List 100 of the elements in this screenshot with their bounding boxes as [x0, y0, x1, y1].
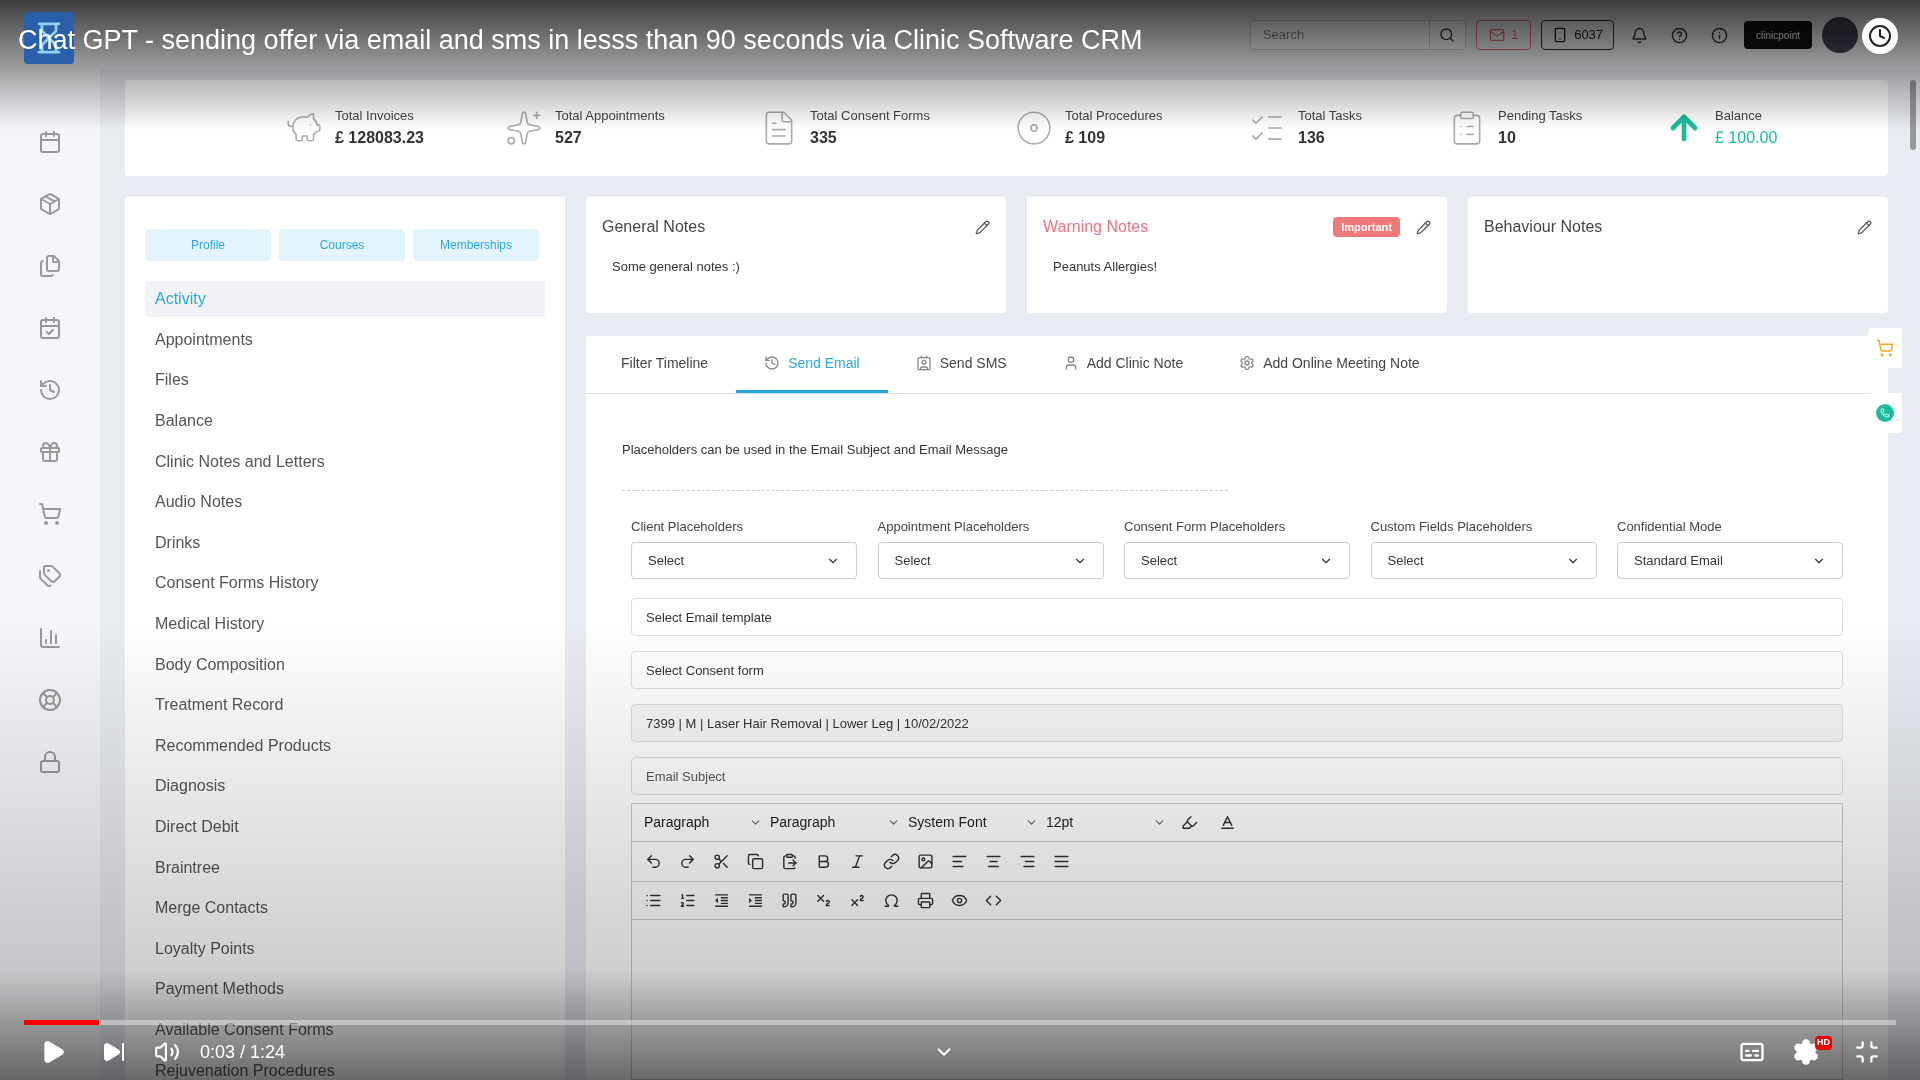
pencil-icon: [1416, 219, 1431, 235]
settings-icon: [1239, 355, 1256, 371]
stat-label: Total Tasks: [1298, 107, 1363, 126]
info-icon: [1710, 26, 1728, 44]
bullet-list-icon: [644, 892, 662, 909]
edit-button[interactable]: [975, 219, 990, 235]
volume-icon: [154, 1039, 180, 1065]
field-label: Client Placeholders: [631, 517, 744, 536]
bar-chart-icon[interactable]: [38, 626, 62, 650]
exit-fullscreen-icon: [1854, 1039, 1880, 1065]
tab[interactable]: Add Online Meeting Note: [1211, 336, 1448, 393]
exit-fullscreen-button[interactable]: [1854, 1039, 1880, 1065]
redo-icon: [678, 853, 696, 870]
select-field[interactable]: Select: [631, 542, 857, 579]
hint-text: Placeholders can be used in the Email Subject and Email Message: [622, 441, 1009, 459]
highlighter-icon: [1180, 814, 1198, 831]
stat-value: 527: [555, 127, 583, 148]
menu-item[interactable]: Medical History: [145, 612, 275, 637]
editor-dropdown[interactable]: Paragraph: [770, 812, 900, 833]
menu-item[interactable]: Loyalty Points: [145, 936, 265, 961]
box-icon[interactable]: [38, 192, 62, 216]
align-left-icon: [950, 853, 968, 870]
editor-dropdown[interactable]: Paragraph: [644, 812, 762, 833]
edit-button[interactable]: [1857, 219, 1872, 235]
tab[interactable]: Filter Timeline: [593, 336, 737, 393]
next-button[interactable]: [102, 1040, 126, 1064]
editor-dropdown[interactable]: System Font: [908, 812, 1038, 833]
history-icon[interactable]: [38, 378, 62, 402]
quote-icon: [780, 892, 798, 909]
menu-item[interactable]: Audio Notes: [145, 490, 253, 515]
search-field[interactable]: Search: [1249, 20, 1466, 50]
notes-title: Warning Notes: [1043, 217, 1150, 237]
settings-button[interactable]: HD: [1792, 1036, 1832, 1068]
menu-item[interactable]: Merge Contacts: [145, 896, 278, 921]
menu-item[interactable]: Balance: [145, 409, 223, 434]
select-field[interactable]: Select: [1124, 542, 1350, 579]
bell-icon: [1630, 26, 1648, 44]
lock-icon[interactable]: [38, 750, 62, 774]
menu-item[interactable]: Clinic Notes and Letters: [145, 449, 335, 474]
menu-item[interactable]: Available Consent Forms: [145, 1018, 344, 1042]
link-icon: [882, 853, 900, 870]
stat-value: 335: [810, 127, 838, 148]
select-field[interactable]: Select: [877, 542, 1104, 579]
field-label: Confidential Mode: [1617, 517, 1723, 536]
notes-text: Peanuts Allergies!: [1052, 258, 1159, 276]
superscript-icon: [848, 892, 866, 909]
menu-item[interactable]: Treatment Record: [145, 693, 294, 718]
notes-title: General Notes: [602, 217, 707, 237]
hd-badge: HD: [1815, 1036, 1832, 1050]
avatar[interactable]: [1822, 17, 1858, 53]
menu-item[interactable]: Appointments: [145, 327, 263, 352]
tab[interactable]: Add Clinic Note: [1034, 336, 1212, 393]
phone-button[interactable]: 6037: [1541, 20, 1615, 50]
volume-button[interactable]: [154, 1039, 180, 1065]
image-icon: [916, 853, 934, 870]
lifebuoy-icon[interactable]: [38, 688, 62, 712]
outdent-icon: [712, 892, 730, 909]
sparkles-icon: [505, 109, 543, 147]
field-label: Custom Fields Placeholders: [1370, 517, 1534, 536]
menu-item[interactable]: Braintree: [145, 855, 230, 880]
video-title[interactable]: Chat GPT - sending offer via email and sms in lesss than 90 seconds via Clinic Software CRM: [18, 20, 1143, 61]
stat-label: Total Procedures: [1065, 107, 1163, 126]
menu-item[interactable]: Files: [145, 368, 199, 393]
menu-item[interactable]: Direct Debit: [145, 815, 249, 839]
pencil-icon: [1857, 219, 1872, 235]
pencil-icon: [975, 219, 990, 235]
consent-form-field[interactable]: Select Consent form: [631, 651, 1843, 689]
notes-text: Some general notes :): [611, 258, 741, 276]
omega-icon: [882, 892, 900, 909]
record-field[interactable]: 7399 | M | Laser Hair Removal | Lower Leg | 10/02/2022: [631, 704, 1843, 742]
stat-value: £ 100.00: [1715, 127, 1778, 148]
stat-value: 136: [1298, 127, 1326, 148]
align-center-icon: [984, 853, 1002, 870]
cart-icon[interactable]: [38, 502, 62, 526]
menu-item[interactable]: Payment Methods: [145, 977, 294, 1002]
stat-value: £ 128083.23: [335, 127, 424, 148]
template-field[interactable]: Select Email template: [631, 598, 1843, 636]
stat-value: £ 109: [1065, 127, 1107, 148]
tab[interactable]: Send SMS: [887, 336, 1035, 393]
menu-item[interactable]: Consent Forms History: [145, 571, 329, 596]
eye-icon: [950, 892, 968, 909]
calendar-check-icon[interactable]: [38, 316, 62, 340]
subject-field[interactable]: Email Subject: [631, 757, 1843, 795]
menu-item[interactable]: Diagnosis: [145, 774, 236, 799]
select-field[interactable]: Standard Email: [1617, 542, 1843, 579]
gift-icon[interactable]: [38, 440, 62, 464]
edit-button[interactable]: [1416, 219, 1431, 235]
select-field[interactable]: Select: [1370, 542, 1597, 579]
cut-icon: [712, 853, 730, 870]
contact-card-icon: [915, 355, 932, 371]
text-color-icon: [1218, 814, 1236, 831]
menu-item[interactable]: Recommended Products: [145, 733, 342, 758]
menu-item[interactable]: Body Composition: [145, 652, 295, 677]
calendar-icon[interactable]: [38, 130, 62, 154]
menu-item[interactable]: Drinks: [145, 530, 211, 555]
tags-icon[interactable]: [38, 564, 62, 588]
search-input[interactable]: Search: [1250, 21, 1429, 49]
files-icon[interactable]: [38, 254, 62, 278]
align-justify-icon: [1052, 853, 1070, 870]
editor-dropdown[interactable]: 12pt: [1046, 812, 1166, 833]
